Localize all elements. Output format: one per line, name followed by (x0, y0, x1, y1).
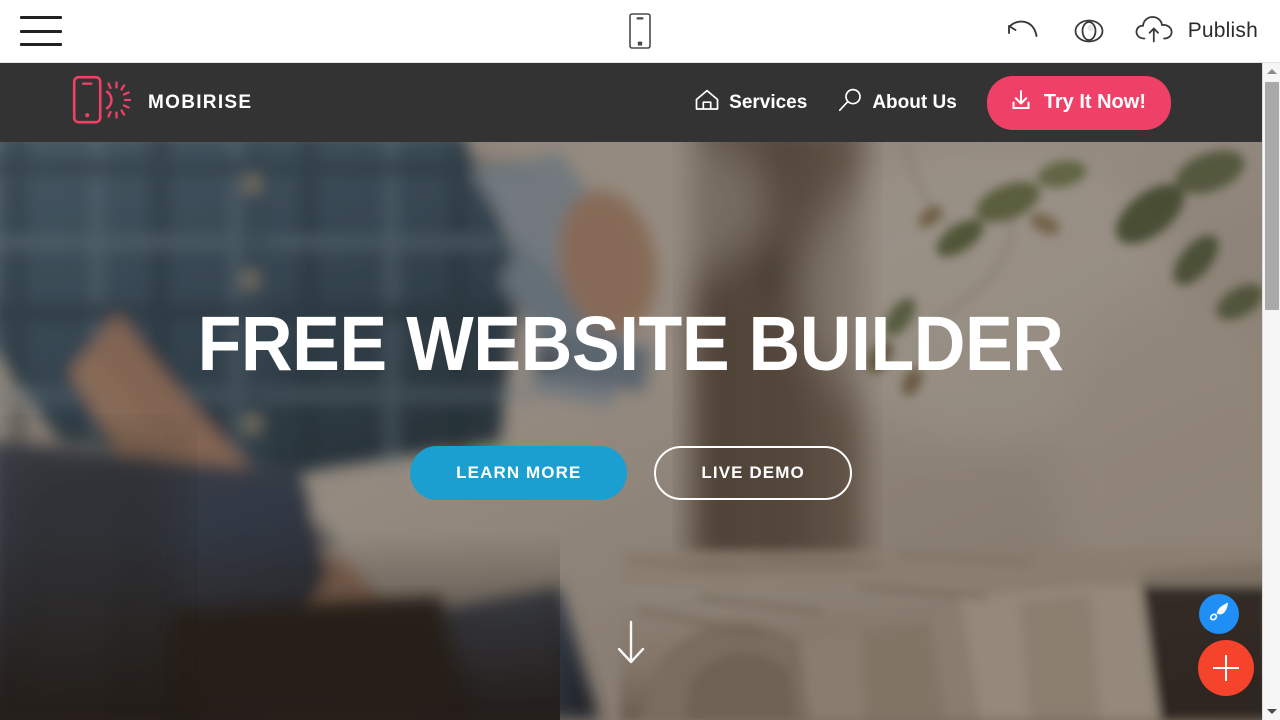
magnifier-search-icon (837, 87, 863, 119)
cloud-upload-icon (1133, 12, 1179, 51)
paint-brush-icon (1207, 600, 1231, 629)
hamburger-line (20, 29, 62, 33)
scroll-up-triangle (1267, 69, 1277, 74)
site-navbar: MOBIRISE Services About Us Try It Now! (0, 63, 1262, 142)
download-arrow-icon (1009, 88, 1033, 118)
eye-preview-icon[interactable] (1067, 11, 1111, 51)
scroll-up-arrow-icon[interactable] (1263, 63, 1280, 80)
nav-item-about-us[interactable]: About Us (837, 87, 957, 119)
style-brush-fab[interactable] (1199, 594, 1239, 634)
hero-section[interactable]: FREE WEBSITE BUILDER LEARN MORE LIVE DEM… (0, 142, 1262, 720)
mobirise-editor-window: Publish MOBIRISE Services About Us Try I… (0, 0, 1280, 720)
mobile-device-icon[interactable] (620, 9, 660, 53)
learn-more-button[interactable]: LEARN MORE (410, 446, 628, 500)
hero-buttons: LEARN MORE LIVE DEMO (410, 446, 852, 500)
scroll-down-arrow-icon[interactable] (1263, 703, 1280, 720)
try-it-now-button[interactable]: Try It Now! (986, 75, 1171, 130)
hamburger-line (20, 43, 62, 46)
nav-item-services[interactable]: Services (694, 88, 807, 118)
editor-toolbar: Publish (0, 0, 1280, 63)
publish-button[interactable]: Publish (1133, 12, 1258, 51)
mobirise-phone-sun-logo-icon (72, 75, 134, 130)
vertical-scroll-thumb[interactable] (1265, 82, 1279, 310)
try-it-now-label: Try It Now! (1043, 91, 1146, 113)
scroll-down-arrow-icon[interactable] (614, 619, 648, 672)
live-demo-button[interactable]: LIVE DEMO (654, 446, 852, 500)
hamburger-line (20, 16, 62, 19)
nav-item-about-us-label: About Us (872, 91, 957, 113)
brand-name: MOBIRISE (148, 91, 253, 113)
toolbar-actions: Publish (1001, 11, 1258, 51)
add-block-fab[interactable] (1198, 640, 1254, 696)
nav-item-services-label: Services (729, 91, 808, 113)
scroll-down-triangle (1267, 709, 1277, 714)
undo-arrow-icon[interactable] (1001, 11, 1045, 51)
publish-label: Publish (1187, 19, 1258, 42)
vertical-scrollbar[interactable] (1262, 63, 1280, 720)
plus-icon-vertical (1225, 655, 1227, 681)
hamburger-menu-icon[interactable] (20, 16, 62, 46)
home-icon (694, 88, 720, 118)
nav-links: Services About Us Try It Now! (694, 75, 1171, 130)
hero-title: FREE WEBSITE BUILDER (198, 301, 1064, 387)
brand-logo[interactable]: MOBIRISE (72, 75, 252, 130)
